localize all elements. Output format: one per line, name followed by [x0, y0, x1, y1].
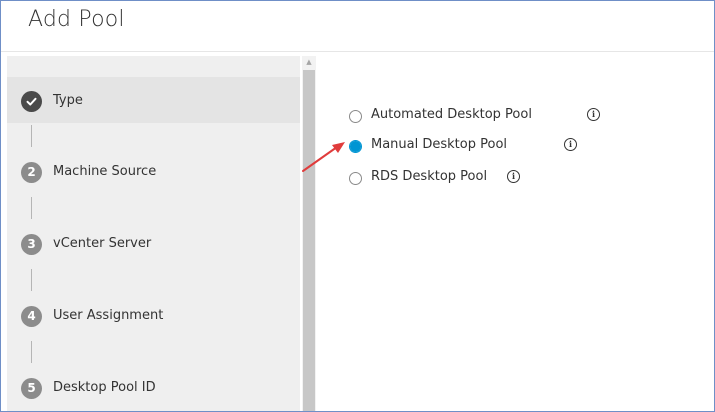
wizard-step-type[interactable]: Type [7, 77, 300, 123]
radio-rds[interactable] [349, 172, 362, 185]
wizard-step-machine-source[interactable]: 2 Machine Source [7, 148, 300, 194]
wizard-step-label: Type [53, 93, 83, 108]
radio-manual[interactable] [349, 140, 362, 153]
wizard-sidebar: Type 2 Machine Source 3 vCenter Server 4… [7, 56, 300, 411]
info-icon[interactable]: i [587, 108, 600, 121]
pool-type-panel: Automated Desktop Pool i Manual Desktop … [316, 52, 714, 411]
info-icon[interactable]: i [564, 138, 577, 151]
dialog-title: Add Pool [28, 7, 125, 32]
step-connector [31, 341, 32, 363]
info-icon[interactable]: i [507, 170, 520, 183]
wizard-step-label: User Assignment [53, 308, 164, 323]
check-icon [21, 91, 42, 112]
step-connector [31, 125, 32, 147]
step-number-badge: 3 [21, 234, 42, 255]
scrollbar-thumb[interactable] [303, 70, 315, 411]
step-connector [31, 269, 32, 291]
scroll-up-arrow-icon[interactable]: ▲ [302, 56, 316, 68]
wizard-step-label: Desktop Pool ID [53, 380, 156, 395]
add-pool-dialog: Add Pool Type 2 Machine Source 3 vCenter… [0, 0, 715, 412]
dialog-header: Add Pool [1, 1, 714, 52]
step-number-badge: 5 [21, 378, 42, 399]
option-label: Automated Desktop Pool [371, 107, 532, 122]
option-label: Manual Desktop Pool [371, 137, 508, 152]
option-label: RDS Desktop Pool [371, 169, 488, 184]
wizard-step-user-assignment[interactable]: 4 User Assignment [7, 292, 300, 338]
radio-automated[interactable] [349, 110, 362, 123]
wizard-step-vcenter-server[interactable]: 3 vCenter Server [7, 220, 300, 266]
step-connector [31, 197, 32, 219]
wizard-step-label: Machine Source [53, 164, 157, 179]
sidebar-scrollbar[interactable]: ▲ [302, 56, 316, 411]
annotation-arrow [302, 142, 345, 172]
wizard-step-label: vCenter Server [53, 236, 152, 251]
wizard-step-desktop-pool-id[interactable]: 5 Desktop Pool ID [7, 364, 300, 410]
step-number-badge: 4 [21, 306, 42, 327]
step-number-badge: 2 [21, 162, 42, 183]
